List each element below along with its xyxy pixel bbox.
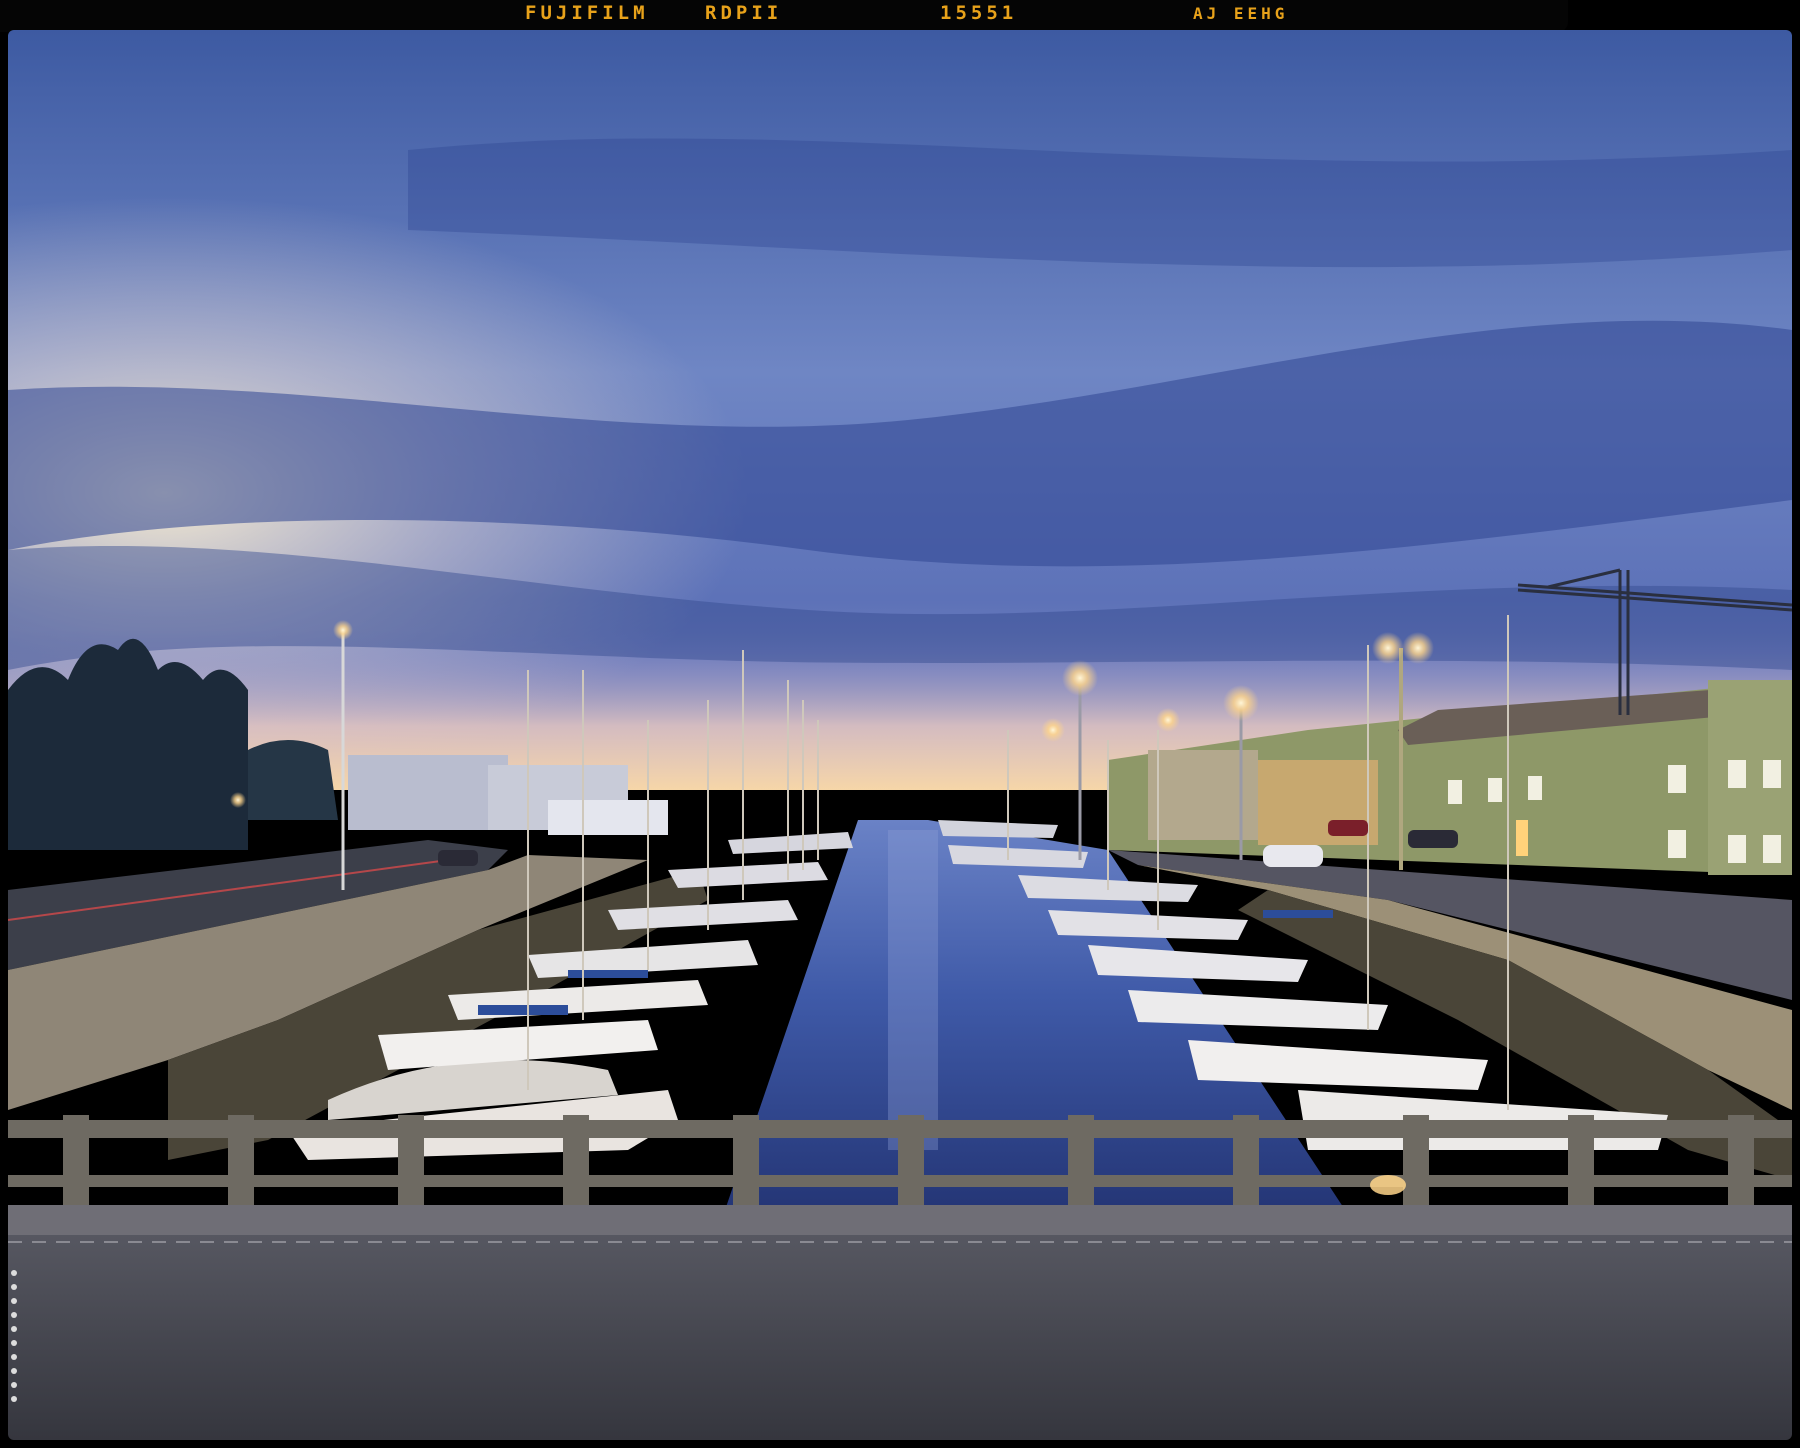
- photo-frame: FUJIFILM RDPII 15551 AJ EEHG: [0, 0, 1800, 1448]
- canopy: [568, 970, 648, 978]
- perforation-dot: [11, 1326, 17, 1332]
- water-reflection: [888, 830, 938, 1150]
- perforation-dot: [11, 1270, 17, 1276]
- bridge-deck: [8, 1205, 1792, 1440]
- kerb: [8, 1205, 1792, 1235]
- perforation-dot: [11, 1368, 17, 1374]
- frame-number-text: 15551: [940, 2, 1018, 24]
- film-stock-text: RDPII: [705, 2, 783, 24]
- perforation-dot: [11, 1396, 17, 1402]
- canopy: [478, 1005, 568, 1015]
- film-brand-text: FUJIFILM: [525, 2, 649, 24]
- perforation-dot: [11, 1312, 17, 1318]
- tree-line: [248, 740, 338, 820]
- warehouse: [348, 755, 508, 830]
- boat: [938, 820, 1058, 838]
- boat: [728, 832, 853, 854]
- perforation-dot: [11, 1340, 17, 1346]
- bridge-railing: [8, 1115, 1792, 1210]
- warehouse: [548, 800, 668, 835]
- perforation-dot: [11, 1354, 17, 1360]
- perforation-dot: [11, 1284, 17, 1290]
- lamp-reflection: [1370, 1175, 1406, 1195]
- film-edge-strip: FUJIFILM RDPII 15551 AJ EEHG: [0, 0, 1568, 32]
- canopy: [1263, 910, 1333, 918]
- perforation-dot: [11, 1382, 17, 1388]
- lit-doorway: [1516, 820, 1528, 856]
- harbour-photo: [8, 30, 1792, 1440]
- film-code-text: AJ EEHG: [1193, 4, 1289, 23]
- perforation-dot: [11, 1298, 17, 1304]
